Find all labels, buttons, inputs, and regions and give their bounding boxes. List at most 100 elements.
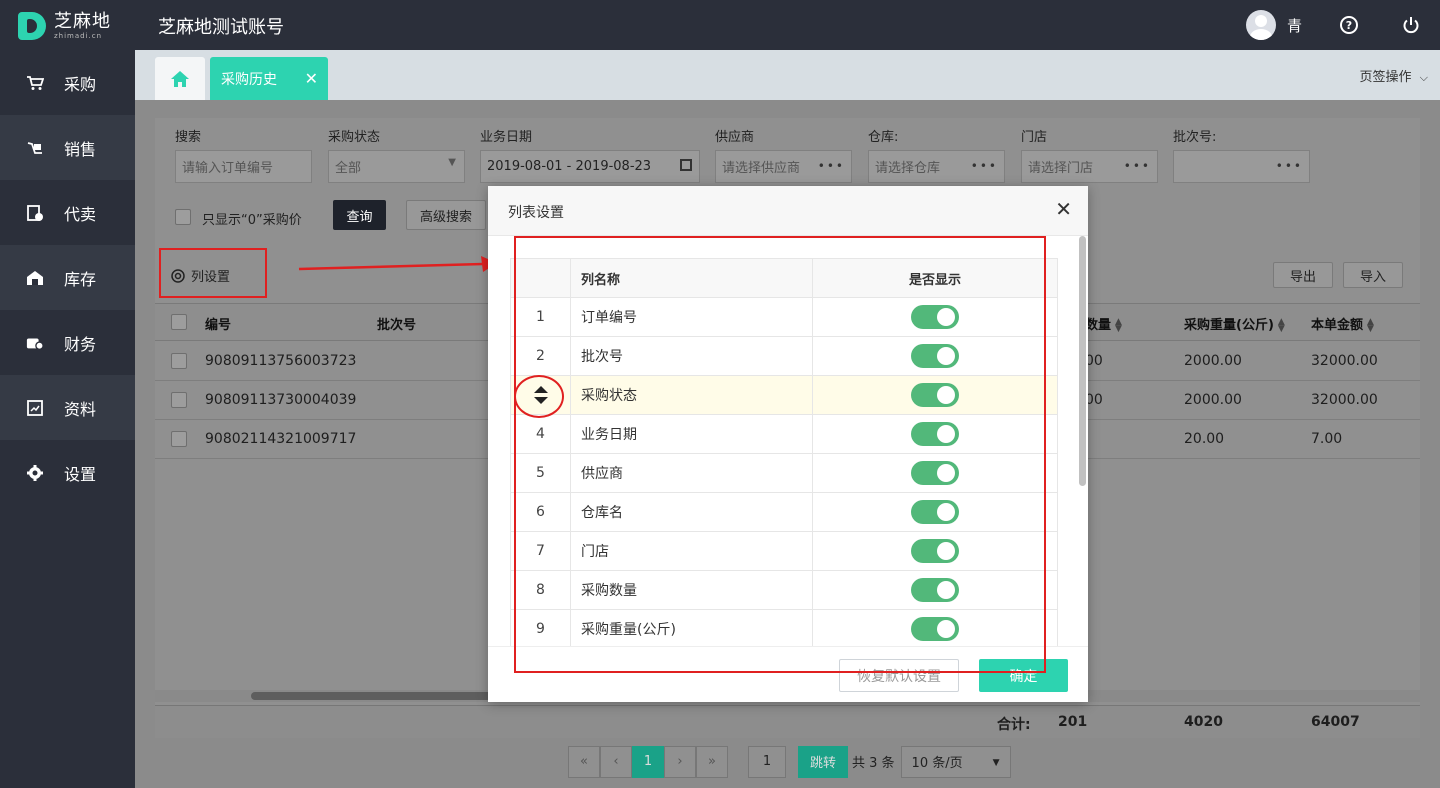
batch-label: 批次号: bbox=[1173, 130, 1217, 145]
gear-icon bbox=[26, 464, 44, 482]
supplier-select[interactable]: 请选择供应商 ••• bbox=[715, 150, 852, 183]
sidebar-item-settings[interactable]: 设置 bbox=[0, 440, 135, 505]
tab-operations-dropdown[interactable]: 页签操作 ⌵ bbox=[1360, 66, 1429, 85]
cell-no: 90809113756003723 bbox=[205, 353, 357, 369]
totals-row: 合计: 201 4020 64007 bbox=[155, 705, 1420, 738]
batch-input[interactable]: ••• bbox=[1173, 150, 1310, 183]
modal-scrollbar[interactable] bbox=[1078, 236, 1088, 646]
status-select[interactable]: 全部 ▼ bbox=[328, 150, 465, 183]
first-page-button[interactable]: « bbox=[568, 745, 600, 778]
caret-down-icon: ▼ bbox=[992, 757, 1000, 768]
totals-qty: 201 bbox=[1058, 714, 1088, 730]
more-icon: ••• bbox=[1123, 159, 1151, 173]
annotation-highlight-box bbox=[514, 236, 1046, 673]
warehouse-label: 仓库: bbox=[868, 130, 899, 145]
jump-button[interactable]: 跳转 bbox=[798, 745, 848, 778]
cell-amount: 32000.00 bbox=[1311, 392, 1378, 408]
annotation-arrow-icon bbox=[298, 256, 497, 272]
import-button[interactable]: 导入 bbox=[1343, 262, 1403, 288]
sidebar-item-data[interactable]: 资料 bbox=[0, 375, 135, 440]
logo-domain: zhimadi.cn bbox=[54, 31, 103, 40]
search-label: 搜索 bbox=[175, 130, 202, 145]
sidebar-item-finance[interactable]: 财务 bbox=[0, 310, 135, 375]
sort-icon[interactable]: ▲ ▼ bbox=[1367, 317, 1374, 333]
cell-no: 90809113730004039 bbox=[205, 392, 357, 408]
sales-icon bbox=[26, 139, 44, 157]
cell-weight: 2000.00 bbox=[1184, 392, 1242, 408]
last-page-button[interactable]: » bbox=[696, 745, 728, 778]
status-label: 采购状态 bbox=[328, 130, 381, 145]
store-placeholder: 请选择门店 bbox=[1028, 161, 1094, 176]
col-header-weight-label: 采购重量(公斤) bbox=[1184, 318, 1274, 333]
jump-page-input[interactable]: 1 bbox=[748, 745, 786, 778]
zero-price-checkbox[interactable] bbox=[175, 209, 191, 225]
export-button[interactable]: 导出 bbox=[1273, 262, 1333, 288]
tab-ops-label: 页签操作 bbox=[1359, 70, 1412, 85]
avatar[interactable] bbox=[1245, 10, 1276, 40]
col-header-qty-label: 数量 bbox=[1085, 318, 1112, 333]
page-size-select[interactable]: 10 条/页 ▼ bbox=[900, 745, 1011, 778]
data-icon bbox=[26, 399, 44, 417]
finance-icon bbox=[26, 334, 44, 352]
supplier-placeholder: 请选择供应商 bbox=[722, 161, 801, 176]
power-icon[interactable] bbox=[1402, 16, 1420, 34]
col-header-weight[interactable]: 采购重量(公斤) ▲ ▼ bbox=[1184, 314, 1285, 333]
sidebar: 采购 销售 代卖 库存 财务 资料 设置 bbox=[0, 50, 135, 788]
sidebar-item-consign[interactable]: 代卖 bbox=[0, 180, 135, 245]
sidebar-item-label: 财务 bbox=[64, 334, 97, 354]
advanced-search-button[interactable]: 高级搜索 bbox=[406, 200, 486, 230]
col-header-batch[interactable]: 批次号 bbox=[377, 314, 416, 333]
help-icon[interactable]: ? bbox=[1340, 16, 1358, 34]
supplier-label: 供应商 bbox=[715, 130, 755, 145]
date-label: 业务日期 bbox=[480, 130, 533, 145]
warehouse-icon bbox=[26, 269, 44, 287]
col-header-amount-label: 本单金额 bbox=[1311, 318, 1364, 333]
col-header-qty[interactable]: 数量 ▲ ▼ bbox=[1085, 314, 1122, 333]
more-icon: ••• bbox=[970, 159, 998, 173]
account-title: 芝麻地测试账号 bbox=[158, 17, 284, 38]
row-checkbox[interactable] bbox=[171, 353, 187, 369]
scroll-thumb[interactable] bbox=[1079, 236, 1086, 486]
sidebar-item-label: 设置 bbox=[64, 464, 97, 484]
tab-home[interactable] bbox=[155, 57, 205, 100]
warehouse-placeholder: 请选择仓库 bbox=[875, 161, 941, 176]
sort-icon[interactable]: ▲ ▼ bbox=[1278, 317, 1285, 333]
cell-amount: 32000.00 bbox=[1311, 353, 1378, 369]
user-name[interactable]: 青 bbox=[1287, 15, 1302, 36]
query-button[interactable]: 查询 bbox=[333, 200, 386, 230]
row-checkbox[interactable] bbox=[171, 392, 187, 408]
totals-weight: 4020 bbox=[1184, 714, 1223, 730]
search-placeholder: 请输入订单编号 bbox=[182, 161, 274, 176]
page-current[interactable]: 1 bbox=[632, 745, 664, 778]
more-icon: ••• bbox=[817, 159, 845, 173]
date-range-input[interactable]: 2019-08-01 - 2019-08-23 bbox=[480, 150, 700, 183]
sidebar-item-inventory[interactable]: 库存 bbox=[0, 245, 135, 310]
warehouse-select[interactable]: 请选择仓库 ••• bbox=[868, 150, 1005, 183]
next-page-button[interactable]: › bbox=[664, 745, 696, 778]
sidebar-item-purchase[interactable]: 采购 bbox=[0, 50, 135, 115]
store-select[interactable]: 请选择门店 ••• bbox=[1021, 150, 1158, 183]
calendar-icon bbox=[680, 159, 692, 171]
total-count: 共 3 条 bbox=[852, 756, 895, 771]
prev-page-button[interactable]: ‹ bbox=[600, 745, 632, 778]
col-header-amount[interactable]: 本单金额 ▲ ▼ bbox=[1311, 314, 1374, 333]
pagination: « ‹ 1 › » 1 跳转 共 3 条 10 条/页 ▼ bbox=[568, 745, 1011, 778]
tab-purchase-history[interactable]: 采购历史 ✕ bbox=[210, 57, 328, 100]
sort-icon[interactable]: ▲ ▼ bbox=[1115, 317, 1122, 333]
search-input[interactable]: 请输入订单编号 bbox=[175, 150, 312, 183]
cell-amount: 7.00 bbox=[1311, 431, 1343, 447]
consign-icon bbox=[26, 204, 44, 222]
col-header-no[interactable]: 编号 bbox=[205, 314, 231, 333]
cart-icon bbox=[26, 74, 44, 92]
sidebar-item-label: 销售 bbox=[64, 139, 97, 159]
select-all-checkbox[interactable] bbox=[171, 314, 187, 330]
sidebar-item-label: 采购 bbox=[64, 74, 97, 94]
annotation-highlight-box bbox=[159, 248, 267, 298]
close-icon[interactable]: ✕ bbox=[305, 69, 318, 88]
sidebar-item-sales[interactable]: 销售 bbox=[0, 115, 135, 180]
date-value: 2019-08-01 - 2019-08-23 bbox=[487, 159, 652, 174]
caret-down-icon: ▼ bbox=[448, 157, 456, 168]
store-label: 门店 bbox=[1021, 130, 1048, 145]
row-checkbox[interactable] bbox=[171, 431, 187, 447]
close-icon[interactable]: ✕ bbox=[1055, 199, 1072, 219]
